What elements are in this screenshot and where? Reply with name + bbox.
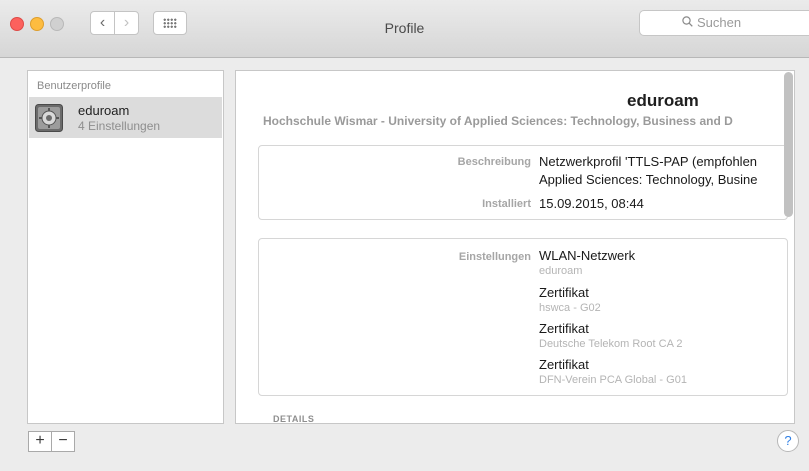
title-bar: ‹ › Profile Suchen: [0, 0, 809, 58]
profile-list: Benutzerprofile eduroam 4 Einstellungen: [27, 70, 224, 424]
help-button[interactable]: ?: [777, 430, 799, 452]
setting-type: WLAN-Netzwerk: [539, 248, 636, 263]
installed-value: 15.09.2015, 08:44: [539, 196, 644, 211]
profile-title: eduroam: [627, 91, 699, 110]
installed-label: Installiert: [482, 198, 531, 210]
description-line-2: Applied Sciences: Technology, Busine: [539, 172, 758, 187]
scrollbar-thumb[interactable]: [784, 72, 793, 217]
setting-type: Zertifikat: [539, 321, 589, 336]
setting-type: Zertifikat: [539, 285, 589, 300]
setting-detail: eduroam: [539, 265, 583, 277]
description-label: Beschreibung: [457, 156, 531, 168]
setting-detail: hswca - G02: [539, 302, 601, 314]
remove-profile-button[interactable]: −: [52, 432, 74, 451]
gear-profile-icon: [35, 104, 63, 132]
setting-detail: Deutsche Telekom Root CA 2: [539, 338, 683, 350]
profile-name: eduroam: [78, 103, 130, 118]
setting-detail: DFN-Verein PCA Global - G01: [539, 374, 687, 386]
profile-info-box: Beschreibung Netzwerkprofil 'TTLS-PAP (e…: [258, 145, 788, 220]
add-remove-control: + −: [28, 431, 75, 452]
settings-box: Einstellungen WLAN-Netzwerk eduroam Zert…: [258, 238, 788, 396]
profile-detail-panel: eduroam Hochschule Wismar - University o…: [235, 70, 795, 424]
details-header: DETAILS: [273, 414, 315, 424]
search-field[interactable]: Suchen: [639, 10, 809, 36]
search-icon: [682, 16, 693, 27]
setting-type: Zertifikat: [539, 357, 589, 372]
profile-settings-count: 4 Einstellungen: [78, 119, 161, 133]
search-placeholder: Suchen: [697, 15, 742, 30]
profile-item-eduroam[interactable]: eduroam 4 Einstellungen: [29, 97, 222, 138]
description-line-1: Netzwerkprofil 'TTLS-PAP (empfohlen: [539, 154, 758, 169]
profile-organization: Hochschule Wismar - University of Applie…: [263, 114, 733, 128]
profile-list-header: Benutzerprofile: [37, 80, 111, 92]
add-profile-button[interactable]: +: [29, 432, 52, 451]
settings-label: Einstellungen: [458, 251, 531, 263]
